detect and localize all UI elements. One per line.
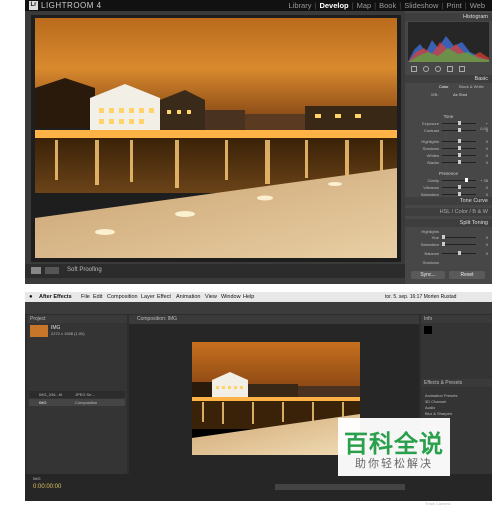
tools-bar [25,302,492,314]
effects-item[interactable]: 3D Channel [425,399,446,404]
module-develop[interactable]: Develop [316,1,351,10]
app-name-menu[interactable]: After Effects [39,294,72,300]
composition-tab-bar: Composition: IMG [129,315,419,324]
menu-view[interactable]: View [205,294,217,300]
before-after-icon[interactable] [45,267,59,274]
histogram-graph [408,22,489,62]
module-book[interactable]: Book [376,1,399,10]
highlights-slider[interactable]: Highlights 0 [409,139,488,145]
treatment-color[interactable]: Color [439,84,449,89]
project-item-row[interactable]: IMG Composition [29,399,125,406]
module-library[interactable]: Library [286,1,315,10]
watermark-logo: 百科全说 助你轻松解决 [338,418,450,476]
split-balance-slider[interactable]: Balance 0 [409,251,488,257]
tracker-item[interactable]: Track Camera [425,501,450,506]
menu-edit[interactable]: Edit [93,294,102,300]
night-harbor-photo[interactable] [35,18,397,258]
module-picker: Library | Develop | Map | Book | Slideshow | Print… [286,1,488,10]
contrast-slider[interactable]: Contrast 0 [409,128,488,134]
sync-button[interactable]: Sync... [411,271,445,279]
menu-window[interactable]: Window [221,294,241,300]
graduated-filter-icon[interactable] [447,66,453,72]
tool-strip [411,65,486,73]
composition-canvas[interactable] [192,342,360,455]
view-mode-icon[interactable] [31,267,41,274]
project-item-row[interactable]: IMG_036...tif JPEG Se... [29,391,125,398]
split-hue-slider[interactable]: Hue 0 [409,235,488,241]
wb-label: WB: [431,92,439,97]
lightroom-logo: Lr [29,1,38,10]
crop-tool-icon[interactable] [411,66,417,72]
menu-effect[interactable]: Effect [157,294,171,300]
effects-tab-bar: Effects & Presets [421,379,492,387]
project-tab-bar: Project [27,315,127,323]
blacks-slider[interactable]: Blacks 0 [409,160,488,166]
red-eye-icon[interactable] [435,66,441,72]
effects-item[interactable]: Audio [425,405,435,410]
basic-header[interactable]: Basic [405,75,492,83]
watermark-title: 百科全说 [344,431,444,458]
module-print[interactable]: Print [443,1,464,10]
lightroom-top-bar: Lr LIGHTROOM 4 Library | Develop | Map | Book |… [25,0,492,11]
time-ruler[interactable] [275,484,405,490]
tone-label: Tone [443,114,454,119]
spot-removal-icon[interactable] [423,66,429,72]
split-toning-header[interactable]: Split Toning [405,219,492,227]
histogram-header[interactable]: Histogram [405,13,492,21]
system-status: tor. 5. sep. 16:17 Morten Rustad [385,294,457,300]
mac-menu-bar: ● After Effects File Edit Composition La… [25,292,492,302]
watermark-subtitle: 助你轻松解决 [355,458,433,470]
effects-item[interactable]: Blur & Sharpen [425,411,452,416]
clarity-slider[interactable]: Clarity + 38 [409,178,488,184]
project-item-meta: 2272 x 1508 (1,00) [51,331,85,336]
menu-file[interactable]: File [81,294,90,300]
lightroom-window: Lr LIGHTROOM 4 Library | Develop | Map | Book |… [25,0,492,284]
shadows-slider[interactable]: Shadows 0 [409,146,488,152]
hsl-header[interactable]: HSL / Color / B & W [405,208,492,216]
whites-slider[interactable]: Whites 0 [409,153,488,159]
color-swatch [424,326,432,334]
module-web[interactable]: Web [467,1,488,10]
info-tab[interactable]: Info [424,316,432,322]
adjustment-brush-icon[interactable] [459,66,465,72]
reset-button[interactable]: Reset [449,271,485,279]
apple-icon[interactable]: ● [29,294,33,300]
module-map[interactable]: Map [354,1,375,10]
split-shadows-label: Shadows [422,260,439,265]
project-thumbnail [30,325,48,337]
effects-item[interactable]: Animation Presets [425,393,457,398]
vibrance-slider[interactable]: Vibrance 0 [409,185,488,191]
soft-proofing-toggle[interactable]: Soft Proofing [67,267,102,273]
module-slideshow[interactable]: Slideshow [401,1,441,10]
treatment-row: Color Black & White [409,84,488,90]
project-tab[interactable]: Project [30,316,46,322]
composition-tab[interactable]: Composition: IMG [137,316,177,322]
treatment-bw[interactable]: Black & White [459,84,484,89]
timeline-panel: IMG 0:00:00:00 [25,474,492,501]
presence-label: Presence [438,171,458,176]
menu-help[interactable]: Help [243,294,254,300]
tone-curve-header[interactable]: Tone Curve [405,197,492,205]
wb-select[interactable]: As Shot [453,92,467,97]
lightroom-title: LIGHTROOM 4 [41,1,102,10]
info-tab-bar: Info [421,315,492,323]
develop-right-panel: Histogram Basic Color Black & White WB: … [405,11,492,284]
exposure-slider[interactable]: Exposure + 0.00 [409,121,488,131]
menu-composition[interactable]: Composition [107,294,138,300]
timecode-display[interactable]: 0:00:00:00 [33,484,61,490]
menu-animation[interactable]: Animation [176,294,200,300]
effects-tab[interactable]: Effects & Presets [424,380,462,386]
split-saturation-slider[interactable]: Saturation 0 [409,242,488,248]
timeline-tab[interactable]: IMG [33,476,41,481]
menu-layer[interactable]: Layer [141,294,155,300]
white-balance-row: WB: As Shot [409,92,488,98]
